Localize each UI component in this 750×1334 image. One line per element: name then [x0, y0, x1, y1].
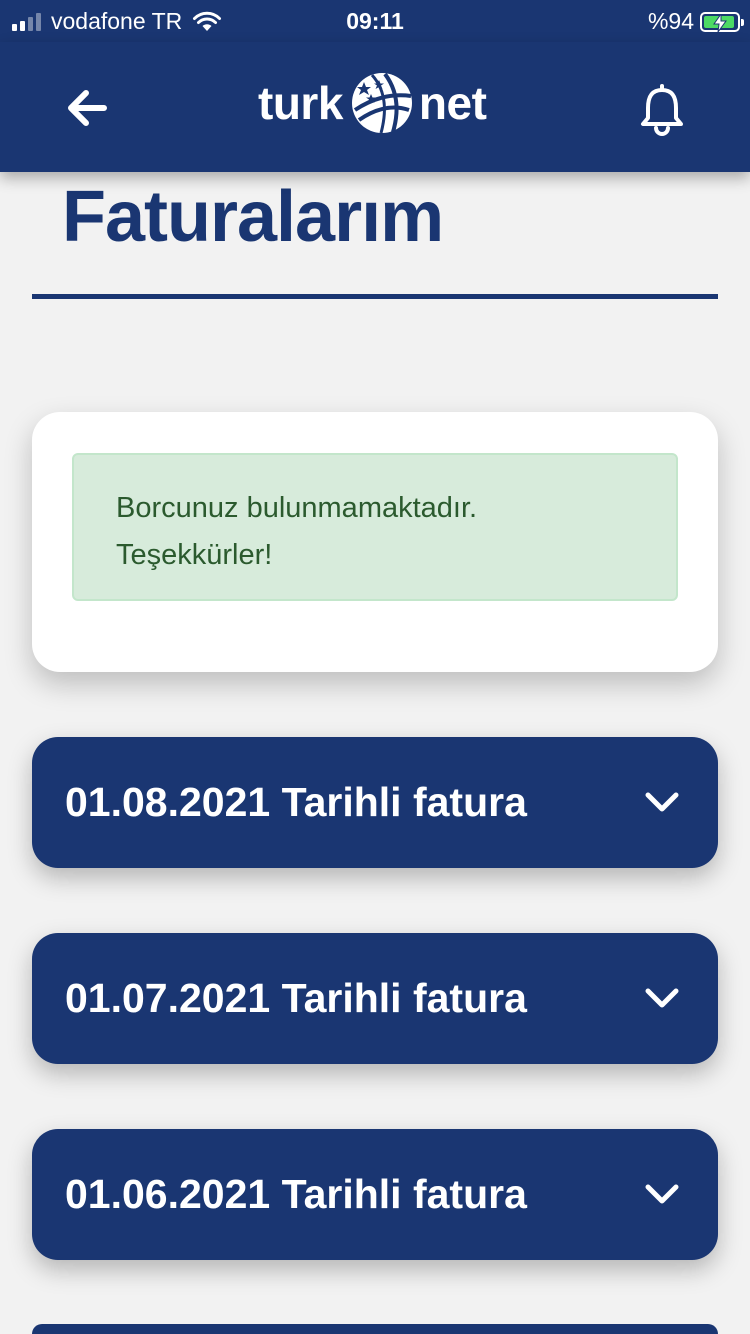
page-title: Faturalarım	[62, 177, 444, 257]
battery-level	[704, 13, 735, 32]
alert-message: Borcunuz bulunmamaktadır.	[116, 492, 478, 524]
battery-icon	[700, 11, 744, 32]
alert-thanks: Teşekkürler!	[116, 539, 273, 571]
invoice-accordion-item[interactable]: 01.07.2021 Tarihli fatura	[32, 933, 718, 1064]
title-divider	[32, 294, 718, 299]
status-right: %94	[647, 8, 744, 35]
invoice-accordion-item[interactable]: 01.08.2021 Tarihli fatura	[32, 737, 718, 868]
bell-icon	[641, 84, 683, 136]
invoice-label: 01.08.2021 Tarihli fatura	[65, 779, 527, 825]
app-header: turk net	[0, 42, 750, 172]
status-time: 09:11	[346, 8, 404, 34]
invoice-label: 01.07.2021 Tarihli fatura	[65, 975, 527, 1021]
status-bar: vodafone TR 09:11 %94	[0, 0, 750, 42]
payment-status-card: Borcunuz bulunmamaktadır. Teşekkürler!	[32, 412, 718, 672]
charging-bolt-icon	[713, 13, 727, 32]
chevron-down-icon	[645, 792, 679, 812]
battery-percent: %94	[647, 8, 694, 34]
arrow-left-icon	[68, 90, 107, 126]
chevron-down-icon	[645, 1184, 679, 1204]
invoice-accordion-item[interactable]	[32, 1324, 718, 1334]
logo-text-turk: turk	[258, 77, 343, 129]
notifications-button[interactable]	[638, 82, 686, 138]
invoice-accordion-item[interactable]: 01.06.2021 Tarihli fatura	[32, 1129, 718, 1260]
chevron-down-icon	[645, 988, 679, 1008]
back-button[interactable]	[64, 84, 112, 132]
logo-text-net: net	[418, 77, 487, 129]
globe-logo-icon	[351, 72, 412, 134]
success-alert: Borcunuz bulunmamaktadır. Teşekkürler!	[72, 453, 678, 601]
invoice-label: 01.06.2021 Tarihli fatura	[65, 1171, 527, 1217]
turknet-logo: turk net	[258, 68, 487, 138]
